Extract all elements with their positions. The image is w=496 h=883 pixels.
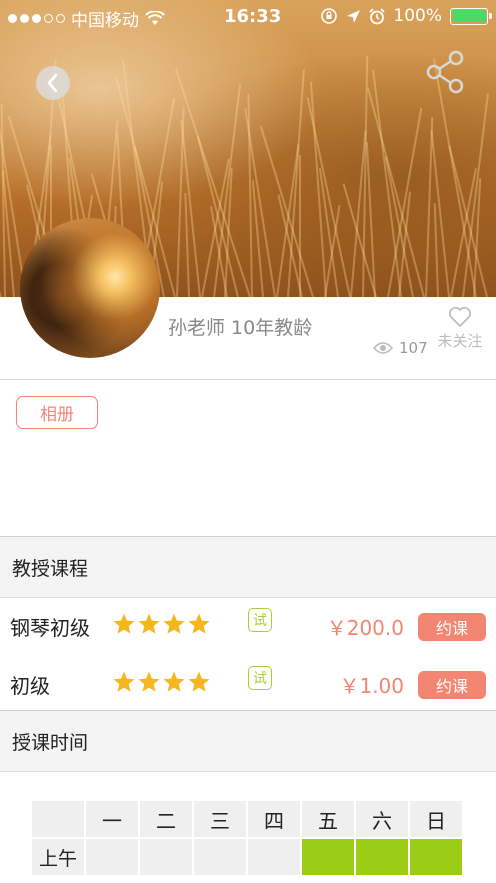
grass-stroke xyxy=(0,211,2,297)
slot-unavailable xyxy=(248,839,302,877)
grass-stroke xyxy=(180,119,202,297)
schedule-table: 一二三四五六日上午 xyxy=(32,801,464,877)
courses-section-title: 教授课程 xyxy=(12,557,89,580)
slot-available xyxy=(410,839,464,877)
period-label: 上午 xyxy=(32,839,86,877)
course-row: 初级 试 ￥1.00 约课 xyxy=(0,658,496,714)
battery-percent: 100% xyxy=(393,6,442,26)
share-icon xyxy=(426,50,464,94)
grass-stroke xyxy=(432,58,477,297)
day-header: 三 xyxy=(194,801,248,839)
day-header: 五 xyxy=(302,801,356,839)
star-icon xyxy=(113,613,135,634)
grass-stroke xyxy=(310,81,328,297)
slot-available xyxy=(356,839,410,877)
grass-stroke xyxy=(372,69,403,297)
status-bar: 中国移动 16:33 100% xyxy=(0,0,496,34)
back-button[interactable] xyxy=(36,66,70,100)
slot-unavailable xyxy=(140,839,194,877)
slot-unavailable xyxy=(194,839,248,877)
star-icon xyxy=(188,613,210,634)
star-icon xyxy=(163,613,185,634)
schedule-section-title: 授课时间 xyxy=(12,731,89,754)
alarm-icon xyxy=(369,7,386,24)
album-button[interactable]: 相册 xyxy=(16,396,98,429)
course-price: ￥1.00 xyxy=(339,674,404,698)
schedule-corner xyxy=(32,801,86,839)
follow-button[interactable]: 未关注 xyxy=(432,306,488,351)
trial-badge: 试 xyxy=(248,608,272,632)
course-rating xyxy=(112,670,211,694)
book-course-button[interactable]: 约课 xyxy=(418,613,486,641)
day-header: 六 xyxy=(356,801,410,839)
view-count-value: 107 xyxy=(399,339,428,357)
wifi-icon xyxy=(145,11,165,25)
star-icon xyxy=(138,671,160,692)
courses-section-header: 教授课程 xyxy=(0,536,496,598)
carrier-label: 中国移动 xyxy=(71,11,139,31)
star-icon xyxy=(163,671,185,692)
location-icon xyxy=(347,9,361,23)
trial-badge: 试 xyxy=(248,666,272,690)
course-rating xyxy=(112,612,211,636)
course-name: 初级 xyxy=(10,674,50,698)
slot-available xyxy=(302,839,356,877)
star-icon xyxy=(113,671,135,692)
avatar xyxy=(20,218,160,358)
share-button[interactable] xyxy=(426,50,466,94)
star-icon xyxy=(188,671,210,692)
teacher-name: 孙老师 10年教龄 xyxy=(168,317,313,339)
day-header: 二 xyxy=(140,801,194,839)
book-course-button[interactable]: 约课 xyxy=(418,671,486,699)
battery-icon xyxy=(450,7,492,25)
grass-stroke xyxy=(433,203,439,297)
course-name: 钢琴初级 xyxy=(10,616,90,640)
signal-strength-icon xyxy=(8,14,65,23)
day-header: 四 xyxy=(248,801,302,839)
eye-icon xyxy=(373,342,393,354)
day-header: 日 xyxy=(410,801,464,839)
course-price: ￥200.0 xyxy=(326,616,404,640)
follow-label: 未关注 xyxy=(437,332,483,350)
clock: 16:33 xyxy=(224,6,282,27)
grass-stroke xyxy=(259,125,315,297)
day-header: 一 xyxy=(86,801,140,839)
course-row: 钢琴初级 试 ￥200.0 约课 xyxy=(0,600,496,656)
star-icon xyxy=(138,613,160,634)
view-count: 107 xyxy=(373,339,428,357)
orientation-lock-icon xyxy=(321,8,338,24)
slot-unavailable xyxy=(86,839,140,877)
grass-stroke xyxy=(298,155,301,297)
heart-icon xyxy=(449,307,471,327)
chevron-left-icon xyxy=(47,73,58,93)
schedule-section-header: 授课时间 xyxy=(0,710,496,772)
